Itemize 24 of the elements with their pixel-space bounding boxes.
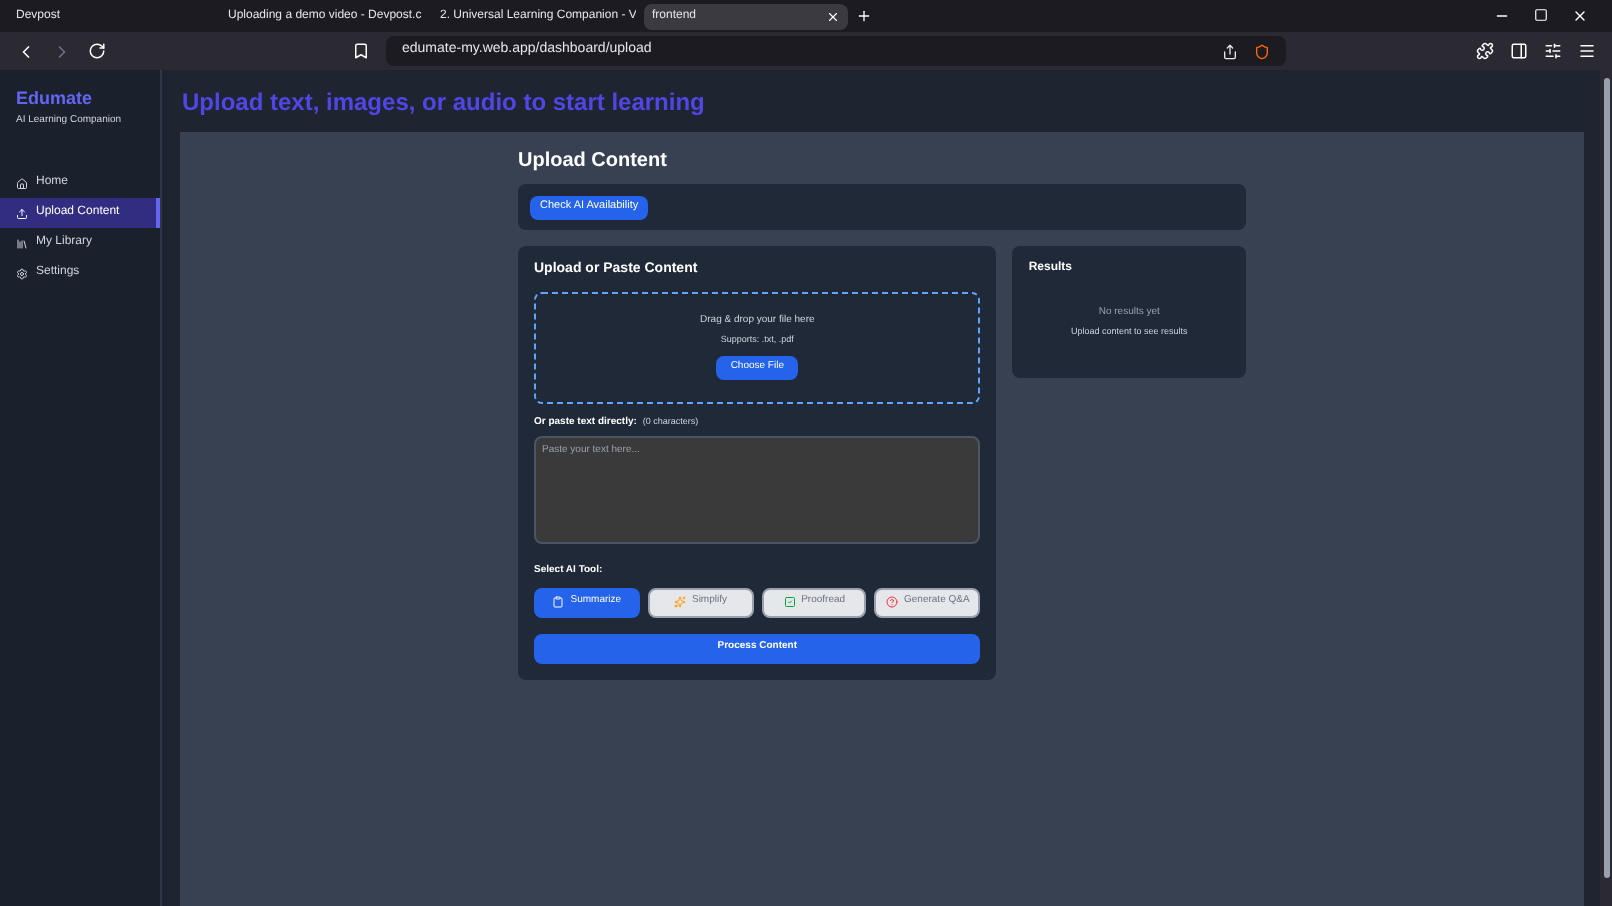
scrollbar[interactable] <box>1600 70 1612 906</box>
extension-icon[interactable] <box>1476 42 1494 60</box>
maximize-icon[interactable] <box>1534 8 1548 22</box>
page-heading: Upload text, images, or audio to start learning <box>180 85 707 119</box>
page-title: Upload Content <box>518 148 669 174</box>
sparkle-icon <box>673 596 686 608</box>
close-icon[interactable] <box>826 9 840 23</box>
close-icon[interactable] <box>1572 8 1588 24</box>
reload-icon[interactable] <box>88 42 106 60</box>
sidebar-icon[interactable] <box>1510 42 1528 60</box>
upload-icon <box>16 207 28 219</box>
books-icon <box>16 237 28 249</box>
shield-icon <box>1254 43 1270 59</box>
menu-icon[interactable] <box>1578 42 1596 60</box>
share-icon[interactable] <box>1222 43 1238 59</box>
brand-name: Edumate <box>16 86 95 112</box>
settings-icon <box>16 267 28 279</box>
home-icon <box>16 177 28 189</box>
bookmark-icon[interactable] <box>352 42 370 60</box>
question-icon <box>886 596 898 608</box>
settings-icon[interactable] <box>1544 42 1562 60</box>
checkbox-icon <box>783 596 796 608</box>
clipboard-icon <box>552 596 565 608</box>
new-tab-icon[interactable] <box>856 8 872 24</box>
